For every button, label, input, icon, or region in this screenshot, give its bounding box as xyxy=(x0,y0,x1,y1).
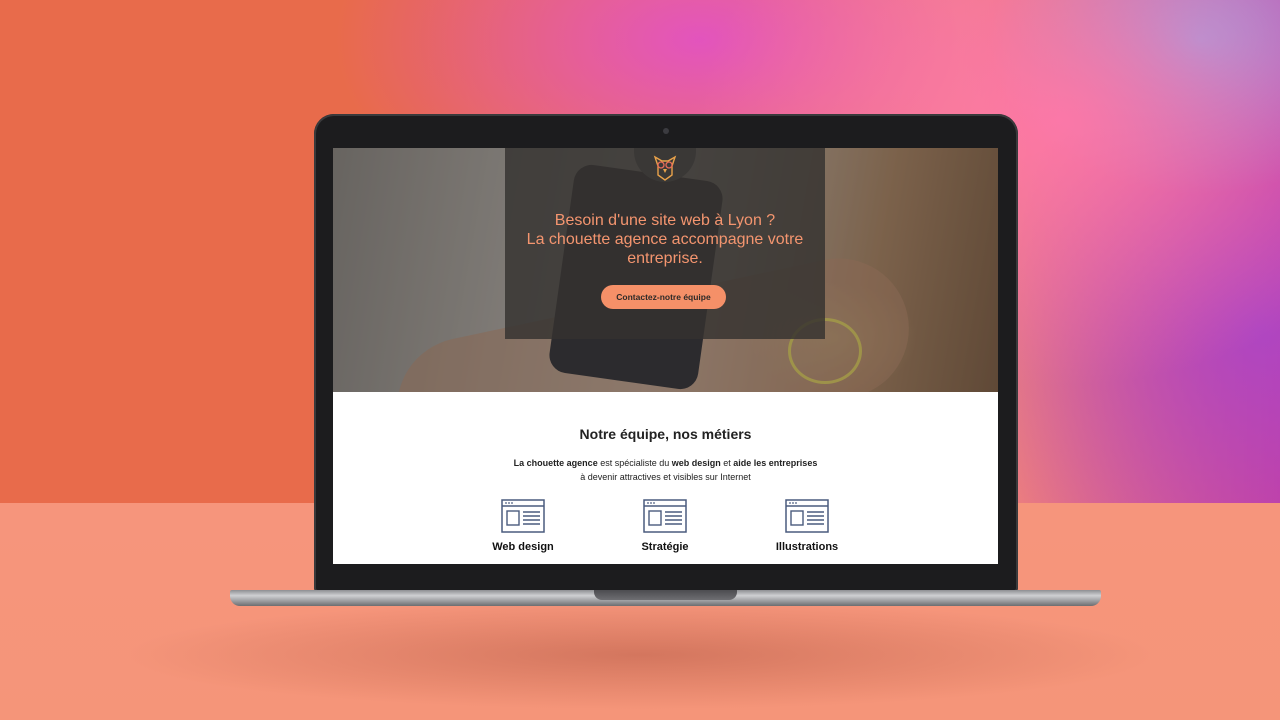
service-illustrations[interactable]: Illustrations xyxy=(747,499,867,553)
laptop-lid: Besoin d'une site web à Lyon ? La chouet… xyxy=(314,114,1018,592)
desc-text: est spécialiste du xyxy=(597,458,672,468)
desc-web-design: web design xyxy=(671,458,721,468)
hero-title: Besoin d'une site web à Lyon ? La chouet… xyxy=(505,211,825,268)
service-web-design[interactable]: Web design xyxy=(463,499,583,553)
laptop-screen: Besoin d'une site web à Lyon ? La chouet… xyxy=(333,148,998,564)
hero-title-line: entreprise. xyxy=(627,250,703,267)
section-description-line1: La chouette agence est spécialiste du we… xyxy=(333,456,998,470)
browser-window-icon xyxy=(785,499,829,533)
service-label: Web design xyxy=(492,541,554,553)
hero-title-line: La chouette agence accompagne votre xyxy=(526,231,804,248)
hero-banner: Besoin d'une site web à Lyon ? La chouet… xyxy=(333,148,998,392)
section-description: La chouette agence est spécialiste du we… xyxy=(333,456,998,484)
browser-window-icon xyxy=(643,499,687,533)
webcam xyxy=(663,128,669,134)
browser-window-icon xyxy=(501,499,545,533)
laptop-hinge-notch xyxy=(594,590,737,600)
laptop-shadow xyxy=(120,600,1160,710)
section-title: Notre équipe, nos métiers xyxy=(579,426,752,442)
service-label: Illustrations xyxy=(775,541,839,553)
hero-title-line: Besoin d'une site web à Lyon ? xyxy=(554,212,776,229)
desc-aide: aide les entreprises xyxy=(733,458,818,468)
contact-button[interactable]: Contactez-notre équipe xyxy=(601,285,726,309)
owl-icon xyxy=(653,155,677,181)
desc-text: et xyxy=(720,458,734,468)
desc-agency-name: La chouette agence xyxy=(513,458,598,468)
service-strategie[interactable]: Stratégie xyxy=(605,499,725,553)
service-label: Stratégie xyxy=(641,541,689,553)
section-description-line2: à devenir attractives et visibles sur In… xyxy=(580,472,751,482)
